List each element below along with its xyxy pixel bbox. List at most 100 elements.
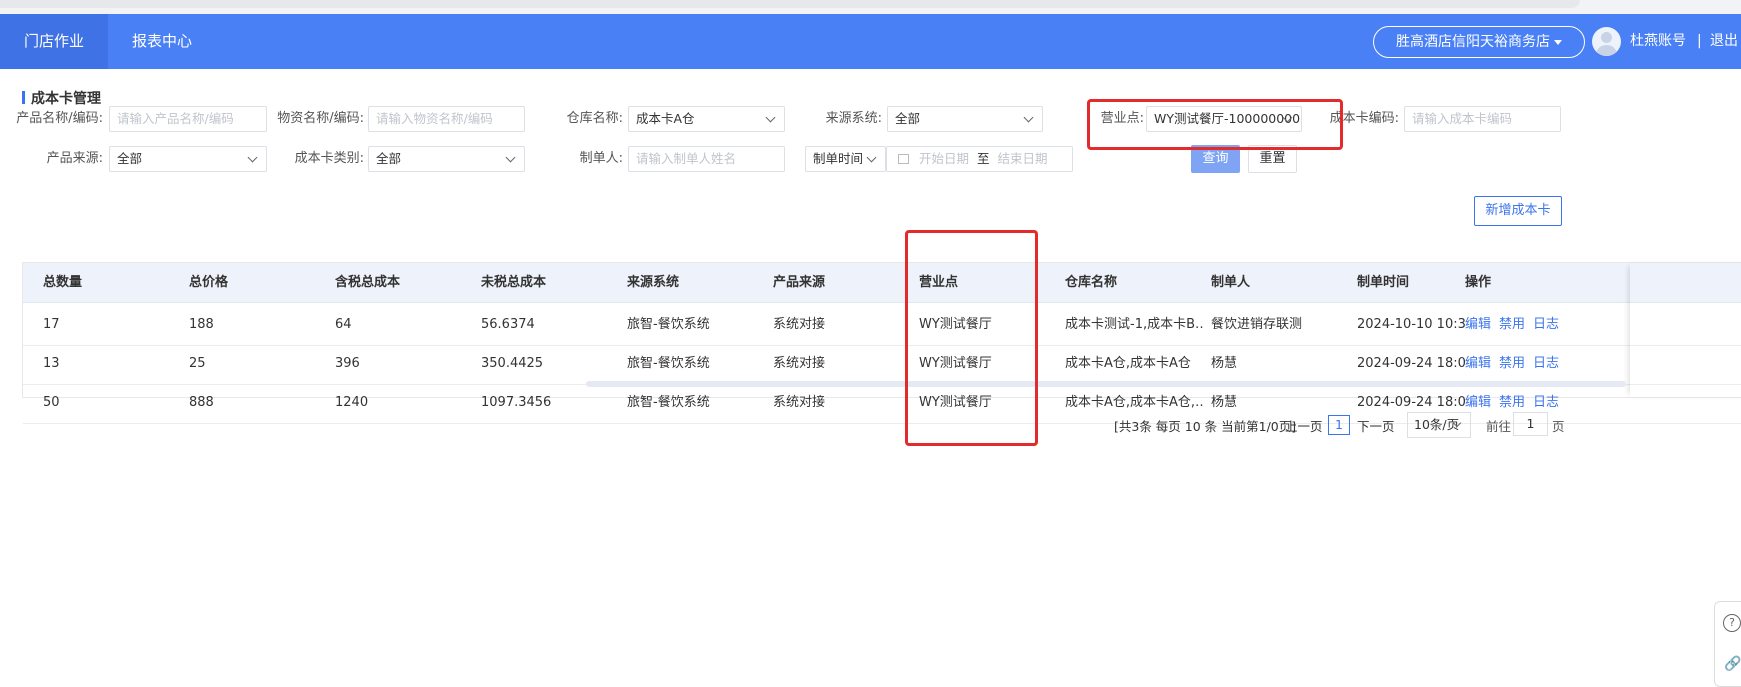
cell-tax-inclusive-cost: 1240	[335, 395, 369, 410]
top-nav: 门店作业 报表中心 胜高酒店信阳天裕商务店 杜燕账号 | 退出	[0, 14, 1741, 69]
cell-total-price: 25	[189, 356, 206, 371]
fixed-operations-column-shadow	[1630, 263, 1741, 397]
log-link[interactable]: 日志	[1533, 395, 1559, 410]
avatar-body	[1596, 45, 1617, 56]
cell-total-quantity: 17	[43, 317, 60, 332]
source-system-label: 来源系统:	[825, 111, 882, 126]
start-date-input[interactable]: 开始日期	[919, 151, 969, 166]
disable-link[interactable]: 禁用	[1499, 356, 1525, 371]
prev-page-button[interactable]: 上一页	[1285, 414, 1323, 440]
goto-label: 前往	[1486, 419, 1512, 434]
cost-card-type-value: 全部	[376, 151, 402, 166]
edit-link[interactable]: 编辑	[1465, 395, 1491, 410]
user-name[interactable]: 杜燕账号	[1630, 14, 1686, 69]
store-name: 胜高酒店信阳天裕商务店	[1396, 34, 1550, 50]
page-unit-label: 页	[1552, 419, 1565, 434]
page-size-value: 10条/页	[1414, 417, 1460, 432]
cell-product-source: 系统对接	[773, 356, 826, 371]
material-label: 物资名称/编码:	[277, 111, 364, 126]
cost-card-table: 总数量 总价格 含税总成本 未税总成本 来源系统 产品来源 营业点 仓库名称 制…	[22, 262, 1741, 424]
table-row: 17 188 64 56.6374 旅智-餐饮系统 系统对接 WY测试餐厅 成本…	[23, 303, 1741, 346]
warehouse-label: 仓库名称:	[566, 111, 623, 126]
col-warehouse: 仓库名称	[1065, 275, 1118, 290]
table-header: 总数量 总价格 含税总成本 未税总成本 来源系统 产品来源 营业点 仓库名称 制…	[23, 263, 1741, 303]
table-row: 13 25 396 350.4425 旅智-餐饮系统 系统对接 WY测试餐厅 成…	[23, 342, 1741, 385]
cell-source-system: 旅智-餐饮系统	[627, 395, 710, 410]
col-creator: 制单人	[1211, 275, 1251, 290]
cell-source-system: 旅智-餐饮系统	[627, 317, 710, 332]
edit-link[interactable]: 编辑	[1465, 317, 1491, 332]
nav-separator: |	[1697, 33, 1702, 49]
cell-tax-exclusive-cost: 1097.3456	[481, 395, 552, 410]
cell-total-price: 888	[189, 395, 214, 410]
cell-product-source: 系统对接	[773, 395, 826, 410]
col-operations: 操作	[1465, 275, 1492, 290]
cost-card-code-input[interactable]: 请输入成本卡编码	[1404, 106, 1561, 132]
cell-product-source: 系统对接	[773, 317, 826, 332]
source-system-value: 全部	[895, 111, 921, 126]
add-cost-card-button[interactable]: 新增成本卡	[1474, 196, 1562, 226]
side-helper-widget[interactable]: ? 🔗	[1714, 601, 1741, 687]
caret-down-icon	[1554, 39, 1562, 45]
chevron-down-icon	[866, 152, 877, 163]
col-tax-inclusive-cost: 含税总成本	[335, 275, 401, 290]
cell-warehouse: 成本卡A仓,成本卡A仓	[1065, 356, 1191, 371]
outlet-column-highlight	[905, 230, 1038, 446]
cell-tax-exclusive-cost: 56.6374	[481, 317, 535, 332]
warehouse-select[interactable]: 成本卡A仓	[628, 106, 785, 132]
product-name-label: 产品名称/编码:	[16, 111, 103, 126]
chevron-down-icon	[247, 152, 258, 163]
nav-tab-store-operations[interactable]: 门店作业	[0, 14, 109, 69]
cell-total-quantity: 13	[43, 356, 60, 371]
nav-tab-report-center[interactable]: 报表中心	[108, 14, 216, 69]
product-source-label: 产品来源:	[46, 151, 103, 166]
help-icon[interactable]: ?	[1723, 614, 1741, 632]
source-system-select[interactable]: 全部	[887, 106, 1043, 132]
edit-link[interactable]: 编辑	[1465, 356, 1491, 371]
material-input[interactable]: 请输入物资名称/编码	[368, 106, 525, 132]
chevron-down-icon	[765, 112, 776, 123]
horizontal-scrollbar[interactable]	[586, 381, 1626, 387]
log-link[interactable]: 日志	[1533, 317, 1559, 332]
time-type-value: 制单时间	[813, 151, 864, 166]
product-source-select[interactable]: 全部	[109, 146, 267, 172]
cell-created-time: 2024-10-10 10:36:4	[1357, 317, 1465, 332]
browser-top-strip	[0, 0, 1741, 14]
calendar-icon	[898, 154, 909, 164]
cell-tax-inclusive-cost: 64	[335, 317, 352, 332]
cell-operations: 编辑 禁用 日志	[1465, 303, 1567, 346]
creator-input[interactable]: 请输入制单人姓名	[628, 146, 785, 172]
cost-card-type-select[interactable]: 全部	[368, 146, 525, 172]
logout-link[interactable]: 退出	[1710, 14, 1738, 69]
disable-link[interactable]: 禁用	[1499, 317, 1525, 332]
goto-page-input[interactable]: 1	[1513, 412, 1548, 436]
time-type-select[interactable]: 制单时间	[805, 146, 886, 172]
scroll-strip	[0, 0, 1580, 8]
date-range-separator: 至	[977, 151, 990, 166]
next-page-button[interactable]: 下一页	[1357, 414, 1395, 440]
product-name-input[interactable]: 请输入产品名称/编码	[109, 106, 267, 132]
cell-tax-exclusive-cost: 350.4425	[481, 356, 544, 371]
outlet-filter-highlight	[1087, 99, 1343, 150]
cell-creator: 餐饮进销存联测	[1211, 317, 1303, 332]
page-size-select[interactable]: 10条/页	[1407, 412, 1471, 438]
date-range-picker[interactable]: 开始日期至结束日期	[886, 146, 1073, 172]
avatar[interactable]	[1592, 27, 1621, 56]
col-total-price: 总价格	[189, 275, 229, 290]
cell-creator: 杨慧	[1211, 356, 1238, 371]
cell-total-quantity: 50	[43, 395, 60, 410]
user-avatar-icon	[1601, 32, 1612, 43]
link-icon[interactable]: 🔗	[1724, 656, 1741, 672]
log-link[interactable]: 日志	[1533, 356, 1559, 371]
main-content: 成本卡管理 产品名称/编码: 请输入产品名称/编码 物资名称/编码: 请输入物资…	[10, 78, 1741, 681]
chevron-down-icon	[505, 152, 516, 163]
page-title: 成本卡管理	[22, 88, 101, 108]
pagination-summary: [共3条 每页 10 条 当前第1/0页]	[1114, 419, 1297, 434]
page-number-current[interactable]: 1	[1328, 415, 1350, 435]
cell-warehouse: 成本卡测试-1,成本卡B…	[1065, 317, 1205, 332]
warehouse-value: 成本卡A仓	[636, 111, 695, 126]
end-date-input[interactable]: 结束日期	[998, 151, 1048, 166]
disable-link[interactable]: 禁用	[1499, 395, 1525, 410]
cost-card-type-label: 成本卡类别:	[294, 151, 364, 166]
store-selector[interactable]: 胜高酒店信阳天裕商务店	[1373, 26, 1585, 58]
